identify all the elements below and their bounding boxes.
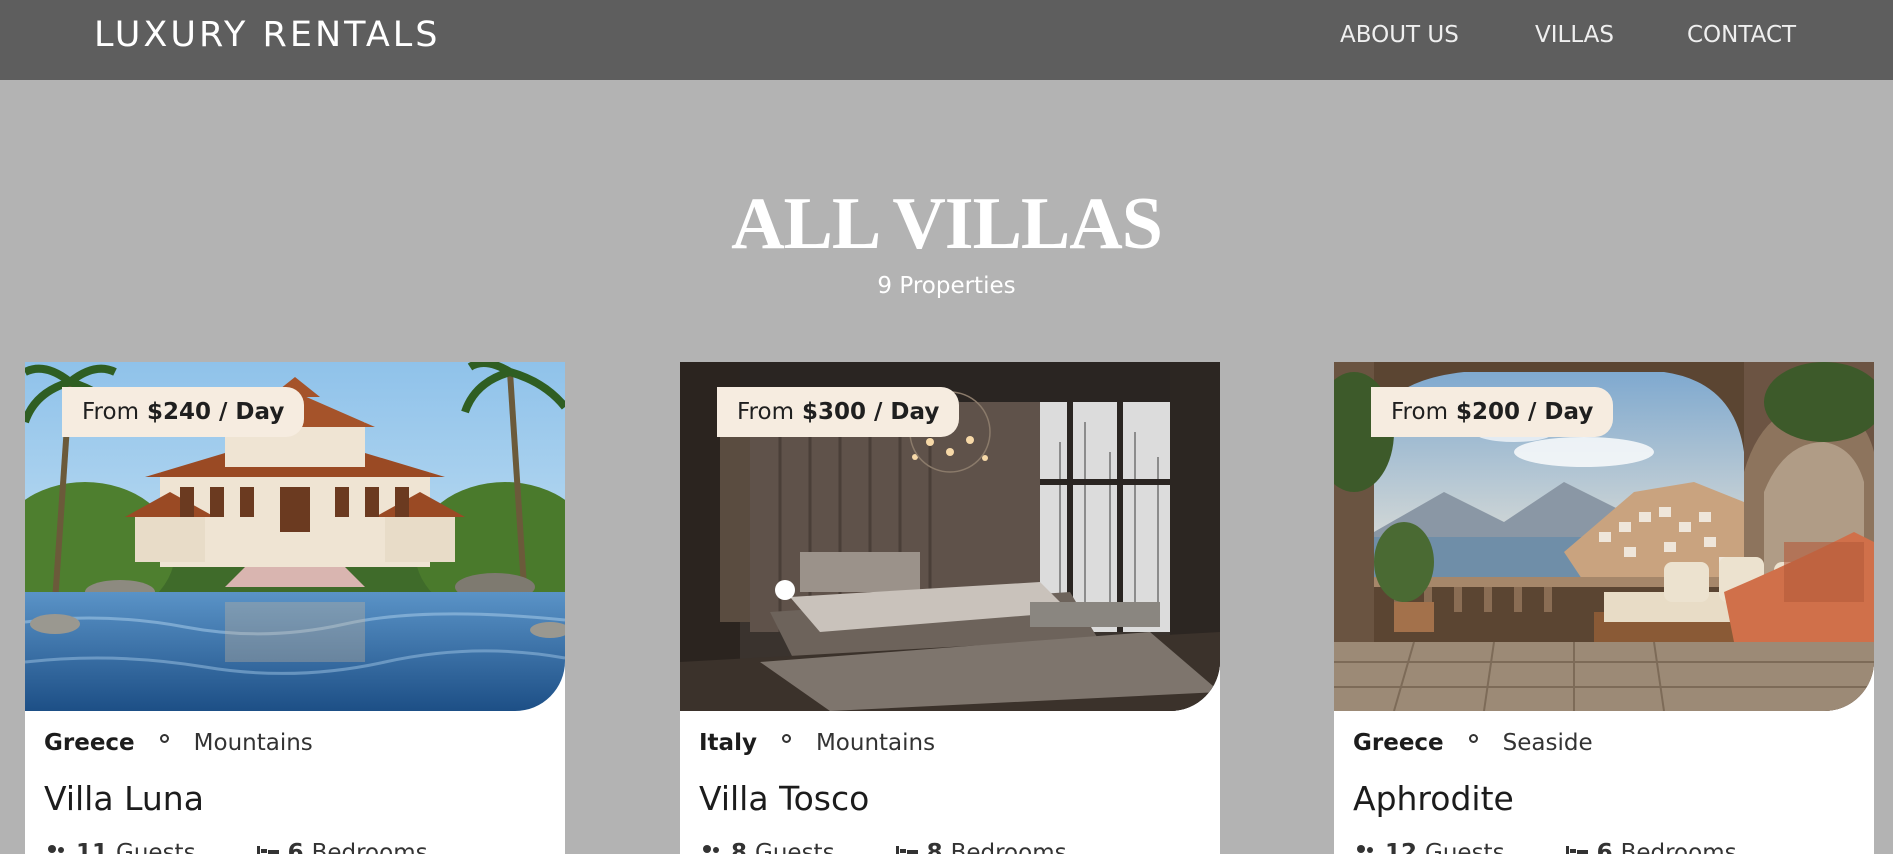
villa-meta: Italy Mountains bbox=[699, 728, 935, 758]
bed-icon bbox=[256, 846, 279, 854]
price-prefix: From bbox=[82, 399, 139, 425]
villa-meta: Greece Seaside bbox=[1353, 728, 1593, 758]
separator-dot bbox=[159, 733, 169, 743]
villa-category: Mountains bbox=[815, 730, 936, 756]
villa-category: Seaside bbox=[1502, 730, 1593, 756]
guests-count: 8 bbox=[731, 840, 748, 854]
villa-stats: 8 Guests 8 Bedrooms bbox=[699, 838, 1067, 854]
villa-card[interactable]: From $300 / Day Italy Mountains Villa To… bbox=[680, 362, 1220, 854]
guests-count: 11 bbox=[76, 840, 109, 854]
villa-name[interactable]: Villa Tosco bbox=[699, 778, 869, 820]
price-value: $240 / Day bbox=[146, 399, 285, 425]
price-value: $300 / Day bbox=[801, 399, 940, 425]
bedrooms-count: 6 bbox=[1596, 840, 1613, 854]
villa-category: Mountains bbox=[193, 730, 313, 756]
villa-stats: 11 Guests 6 Bedrooms bbox=[44, 838, 428, 854]
nav-link-villas[interactable]: VILLAS bbox=[1535, 20, 1614, 50]
users-icon bbox=[1357, 845, 1373, 853]
bed-icon bbox=[895, 846, 918, 854]
villa-country: Greece bbox=[1353, 730, 1444, 756]
property-count: 9 Properties bbox=[877, 273, 1016, 299]
villa-country: Greece bbox=[44, 730, 135, 756]
villa-card[interactable]: From $240 / Day Greece Mountains Villa L… bbox=[25, 362, 565, 854]
top-navbar: LUXURY RENTALS ABOUT US VILLAS CONTACT bbox=[0, 0, 1893, 80]
price-badge: From $200 / Day bbox=[1371, 387, 1614, 437]
villa-card[interactable]: From $200 / Day Greece Seaside Aphrodite… bbox=[1334, 362, 1874, 854]
guests-label: Guests bbox=[116, 840, 196, 854]
villa-name[interactable]: Villa Luna bbox=[44, 778, 204, 820]
bedrooms-count: 8 bbox=[926, 840, 943, 854]
price-prefix: From bbox=[737, 399, 794, 425]
villa-country: Italy bbox=[699, 730, 757, 756]
guests-label: Guests bbox=[755, 840, 835, 854]
bed-icon bbox=[1565, 846, 1588, 854]
villa-stats: 12 Guests 6 Bedrooms bbox=[1353, 838, 1737, 854]
nav-link-about-us[interactable]: ABOUT US bbox=[1340, 20, 1459, 50]
users-icon bbox=[48, 845, 64, 853]
villa-meta: Greece Mountains bbox=[44, 728, 313, 758]
bedrooms-count: 6 bbox=[287, 840, 304, 854]
separator-dot bbox=[1468, 733, 1478, 743]
price-prefix: From bbox=[1391, 399, 1448, 425]
price-badge: From $240 / Day bbox=[62, 387, 305, 437]
guests-label: Guests bbox=[1425, 840, 1505, 854]
page-title: ALL VILLAS bbox=[731, 183, 1163, 265]
nav-link-contact[interactable]: CONTACT bbox=[1687, 20, 1796, 50]
brand-logo[interactable]: LUXURY RENTALS bbox=[94, 14, 441, 56]
users-icon bbox=[703, 845, 719, 853]
separator-dot bbox=[781, 733, 791, 743]
price-value: $200 / Day bbox=[1455, 399, 1594, 425]
guests-count: 12 bbox=[1385, 840, 1418, 854]
price-badge: From $300 / Day bbox=[717, 387, 960, 437]
bedrooms-label: Bedrooms bbox=[950, 840, 1067, 854]
villa-name[interactable]: Aphrodite bbox=[1353, 778, 1514, 820]
bedrooms-label: Bedrooms bbox=[311, 840, 428, 854]
bedrooms-label: Bedrooms bbox=[1620, 840, 1737, 854]
